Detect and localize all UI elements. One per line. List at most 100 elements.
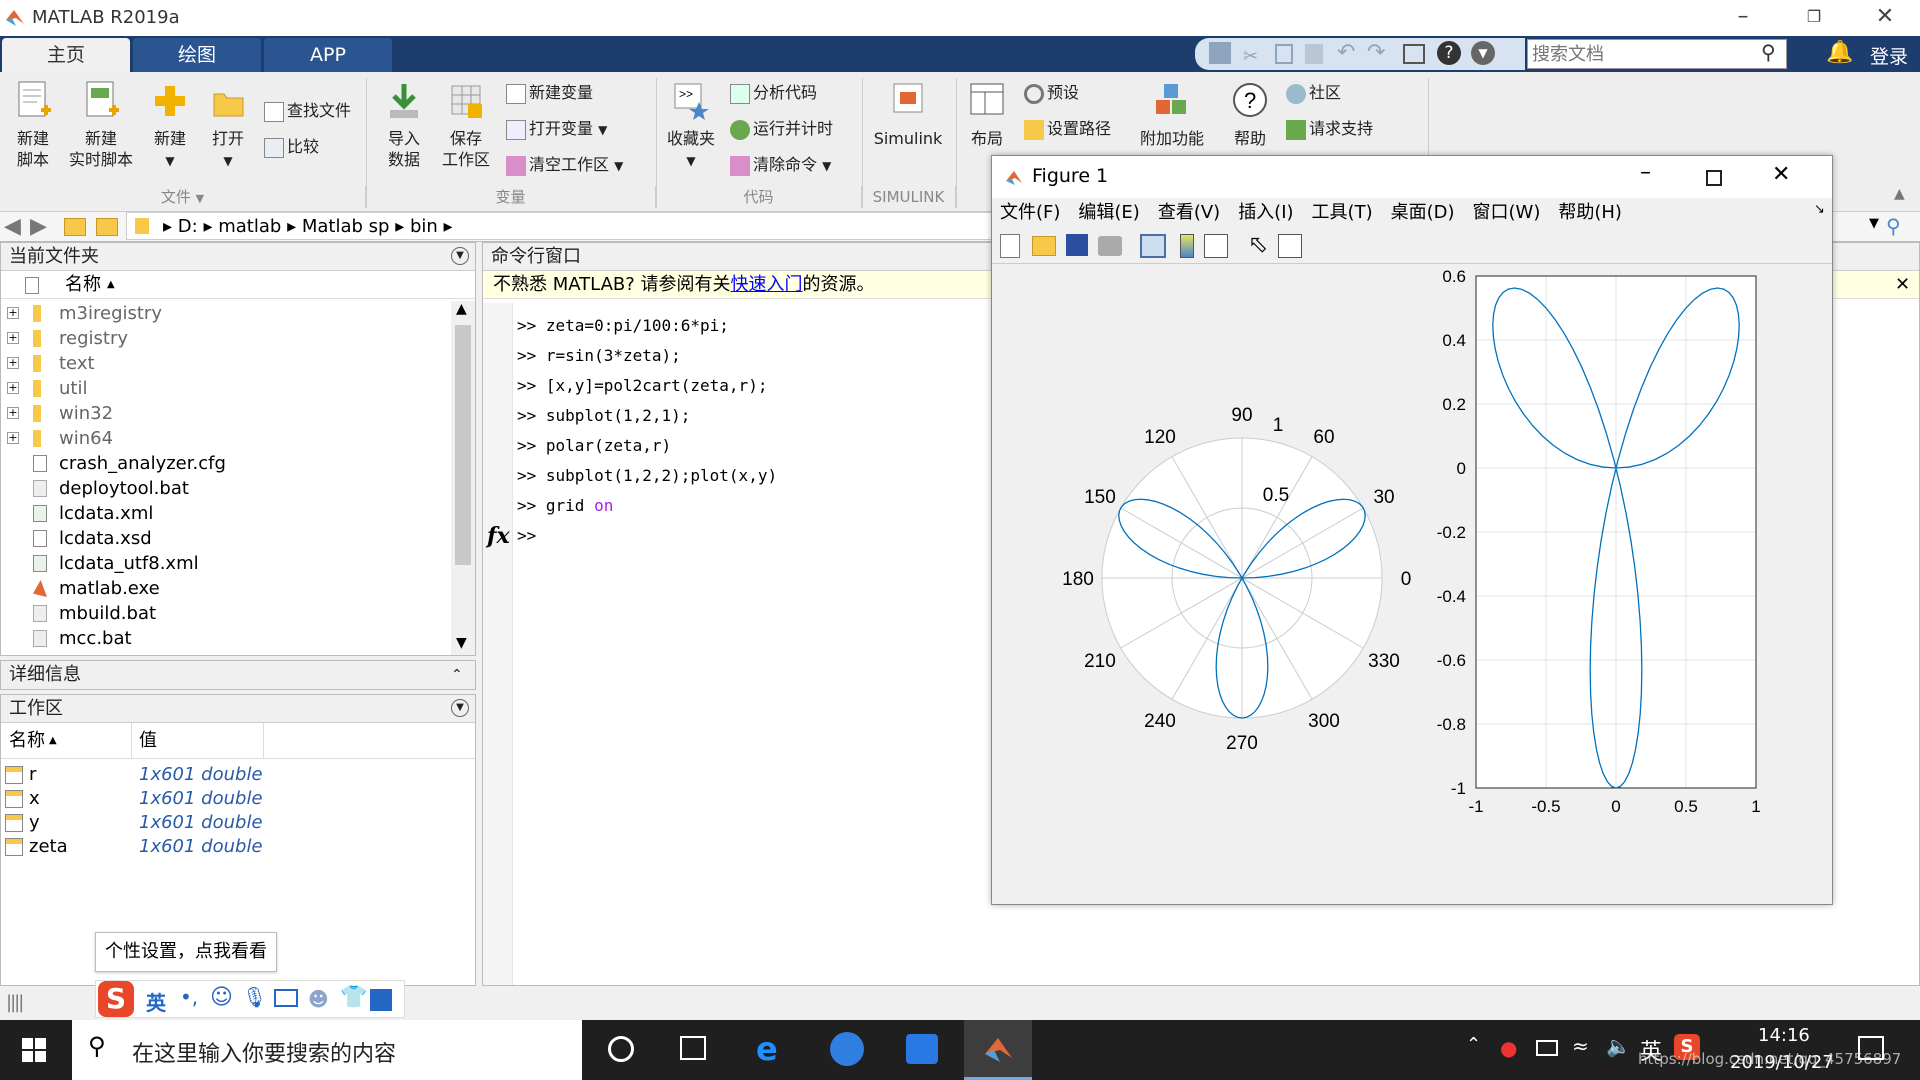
help-button[interactable]: ? 帮助 bbox=[1220, 80, 1280, 149]
help-icon[interactable]: ? bbox=[1437, 41, 1461, 65]
expand-icon[interactable]: + bbox=[7, 432, 19, 444]
folder-list-item[interactable]: mbuild.bat bbox=[1, 601, 449, 626]
command-prompt[interactable]: >> bbox=[517, 521, 536, 551]
workspace-variable-row[interactable]: x 1x601 double bbox=[1, 787, 475, 811]
punctuation-icon[interactable]: •, bbox=[180, 985, 198, 1009]
collapse-ribbon-icon[interactable]: ▲ bbox=[1894, 186, 1905, 202]
open-variable-button[interactable]: 打开变量 ▼ bbox=[506, 114, 607, 144]
clear-commands-button[interactable]: 清除命令 ▼ bbox=[730, 150, 831, 180]
keyboard-icon[interactable] bbox=[274, 989, 298, 1007]
folder-list-item[interactable]: + win64 bbox=[1, 426, 449, 451]
taskbar-search-box[interactable]: ⚲ 在这里输入你要搜索的内容 bbox=[72, 1020, 582, 1080]
new-figure-icon[interactable] bbox=[1000, 234, 1020, 258]
copy-icon[interactable] bbox=[1275, 44, 1293, 64]
microphone-icon[interactable]: 🎙 bbox=[242, 985, 267, 1009]
toolbox-icon[interactable] bbox=[370, 989, 392, 1011]
qq-icon[interactable]: ● bbox=[1500, 1036, 1517, 1060]
run-and-time-button[interactable]: 运行并计时 bbox=[730, 114, 833, 144]
path-dropdown-icon[interactable]: ▼ bbox=[1869, 216, 1879, 231]
folder-list-item[interactable]: + registry bbox=[1, 326, 449, 351]
colorbar-icon[interactable] bbox=[1180, 234, 1194, 258]
emoji-icon[interactable]: ☺ bbox=[210, 985, 233, 1010]
path-seg-bin[interactable]: bin bbox=[410, 216, 438, 237]
forward-icon[interactable]: ▶ bbox=[30, 214, 47, 239]
new-menu-button[interactable]: 新建 ▼ bbox=[144, 80, 196, 172]
expand-icon[interactable]: + bbox=[7, 332, 19, 344]
scroll-thumb[interactable] bbox=[455, 325, 471, 565]
community-button[interactable]: 社区 bbox=[1286, 78, 1341, 108]
restore-button[interactable]: ❐ bbox=[1785, 0, 1843, 34]
folder-list-item[interactable]: lcdata.xml bbox=[1, 501, 449, 526]
layout-button[interactable]: 布局 bbox=[962, 80, 1012, 149]
scroll-up-icon[interactable]: ▲ bbox=[456, 301, 467, 317]
chevron-up-icon[interactable]: ⌃ bbox=[1466, 1034, 1481, 1055]
cortana-icon[interactable] bbox=[608, 1036, 634, 1062]
switch-windows-icon[interactable] bbox=[1403, 44, 1425, 64]
figure-menu-item[interactable]: 帮助(H) bbox=[1558, 202, 1622, 223]
property-inspector-icon[interactable] bbox=[1278, 234, 1302, 258]
request-support-button[interactable]: 请求支持 bbox=[1286, 114, 1373, 144]
figure-menu-item[interactable]: 查看(V) bbox=[1158, 202, 1220, 223]
ws-column-name[interactable]: 名称 bbox=[9, 723, 45, 759]
expand-icon[interactable]: + bbox=[7, 382, 19, 394]
figure-minimize-button[interactable]: – bbox=[1640, 160, 1651, 185]
open-button[interactable]: 打开 ▼ bbox=[202, 80, 254, 172]
user-icon[interactable]: ☻ bbox=[308, 987, 329, 1011]
figure-menu-item[interactable]: 编辑(E) bbox=[1078, 202, 1139, 223]
path-seg-drive[interactable]: D: bbox=[178, 216, 198, 237]
legend-icon[interactable] bbox=[1204, 234, 1228, 258]
figure-menu-item[interactable]: 工具(T) bbox=[1312, 202, 1373, 223]
edge-browser-icon[interactable]: e bbox=[756, 1030, 778, 1068]
wifi-icon[interactable]: ≈ bbox=[1572, 1034, 1589, 1058]
sogou-browser-icon[interactable] bbox=[830, 1032, 864, 1066]
redo-icon[interactable]: ↷ bbox=[1367, 40, 1385, 65]
figure-maximize-button[interactable] bbox=[1706, 170, 1722, 186]
tab-apps[interactable]: APP bbox=[264, 38, 392, 72]
task-view-icon[interactable] bbox=[680, 1036, 706, 1060]
folder-list-item[interactable]: crash_analyzer.cfg bbox=[1, 451, 449, 476]
analyze-code-button[interactable]: 分析代码 bbox=[730, 78, 817, 108]
chevron-up-icon[interactable]: ⌃ bbox=[451, 661, 463, 689]
save-figure-icon[interactable] bbox=[1066, 234, 1088, 256]
link-plot-icon[interactable] bbox=[1140, 234, 1166, 258]
battery-icon[interactable] bbox=[1536, 1040, 1558, 1056]
folder-list-item[interactable]: lcdata.xsd bbox=[1, 526, 449, 551]
folder-list-item[interactable]: + util bbox=[1, 376, 449, 401]
favorites-button[interactable]: >> 收藏夹 ▼ bbox=[664, 80, 718, 172]
search-folder-icon[interactable]: ⚲ bbox=[1886, 214, 1901, 238]
folder-list-item[interactable]: deploytool.bat bbox=[1, 476, 449, 501]
path-seg-matlab[interactable]: matlab bbox=[218, 216, 281, 237]
path-seg-matlab-sp[interactable]: Matlab sp bbox=[302, 216, 390, 237]
figure-close-button[interactable]: ✕ bbox=[1772, 162, 1790, 187]
expand-icon[interactable]: + bbox=[7, 307, 19, 319]
print-icon[interactable] bbox=[1098, 236, 1122, 256]
workspace-variable-row[interactable]: y 1x601 double bbox=[1, 811, 475, 835]
panel-menu-icon[interactable]: ▼ bbox=[451, 247, 469, 265]
ime-tooltip[interactable]: 个性设置，点我看看 bbox=[95, 932, 277, 972]
new-variable-button[interactable]: 新建变量 bbox=[506, 78, 593, 108]
folder-list-item[interactable]: + win32 bbox=[1, 401, 449, 426]
figure-menu-item[interactable]: 桌面(D) bbox=[1391, 202, 1455, 223]
add-ons-button[interactable]: 附加功能 bbox=[1132, 80, 1212, 149]
folder-list-item[interactable]: + m3iregistry bbox=[1, 301, 449, 326]
browse-folder-icon[interactable] bbox=[96, 218, 118, 236]
figure-menu-item[interactable]: 插入(I) bbox=[1238, 202, 1293, 223]
column-name[interactable]: 名称 bbox=[65, 271, 101, 299]
set-path-button[interactable]: 设置路径 bbox=[1024, 114, 1111, 144]
search-docs-field[interactable]: ⚲ bbox=[1527, 39, 1787, 69]
save-workspace-button[interactable]: 保存 工作区 bbox=[436, 80, 496, 170]
figure-menu-item[interactable]: 窗口(W) bbox=[1473, 202, 1541, 223]
panel-menu-icon[interactable]: ▼ bbox=[451, 699, 469, 717]
folder-list-item[interactable]: matlab.exe bbox=[1, 576, 449, 601]
tab-home[interactable]: 主页 bbox=[2, 38, 130, 72]
bell-icon[interactable]: 🔔 bbox=[1826, 40, 1853, 65]
expand-icon[interactable]: + bbox=[7, 407, 19, 419]
taskbar-matlab-button[interactable] bbox=[964, 1020, 1032, 1080]
search-input[interactable] bbox=[1532, 43, 1752, 65]
save-icon[interactable] bbox=[1209, 42, 1231, 64]
volume-icon[interactable]: 🔈 bbox=[1606, 1034, 1631, 1058]
open-file-icon[interactable] bbox=[1032, 236, 1056, 256]
ws-column-value[interactable]: 值 bbox=[139, 723, 157, 759]
folder-list-item[interactable]: + text bbox=[1, 351, 449, 376]
folder-list-item[interactable]: mcc.bat bbox=[1, 626, 449, 651]
